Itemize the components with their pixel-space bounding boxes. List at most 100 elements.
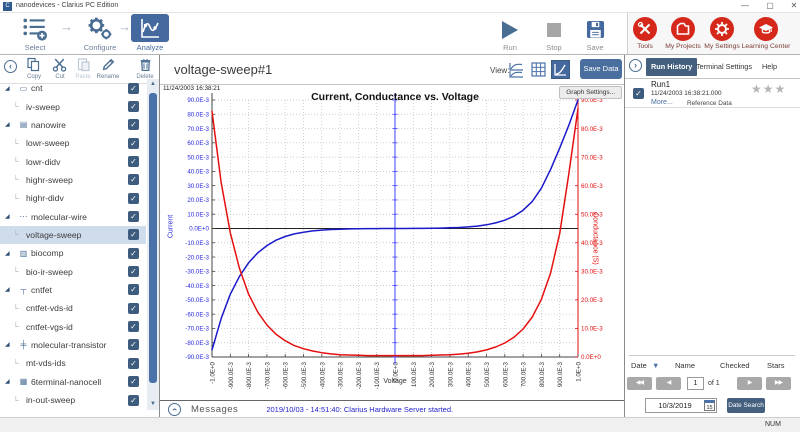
svg-text:40.0E-3: 40.0E-3	[187, 169, 209, 176]
tree-item-checkbox[interactable]: ✓	[128, 266, 139, 277]
expand-icon[interactable]: ◢	[5, 341, 14, 348]
expand-icon[interactable]: ◢	[5, 213, 14, 220]
tab-help[interactable]: Help	[757, 58, 782, 76]
expand-icon[interactable]: ◢	[5, 121, 14, 128]
my-projects-icon[interactable]	[671, 17, 695, 41]
filter-funnel-icon[interactable]: ▼	[652, 361, 659, 370]
tree-item-checkbox[interactable]: ✓	[128, 303, 139, 314]
tree-item-checkbox[interactable]: ✓	[128, 119, 139, 130]
sidebar-item-nanowire[interactable]: ◢▤nanowire✓	[0, 116, 146, 134]
tree-item-checkbox[interactable]: ✓	[128, 211, 139, 222]
svg-text:70.0E-3: 70.0E-3	[187, 126, 209, 133]
collapse-sidebar-button[interactable]: ‹	[4, 60, 17, 73]
tree-item-label: highr-sweep	[26, 175, 128, 185]
tree-item-checkbox[interactable]: ✓	[128, 229, 139, 240]
scroll-down-icon[interactable]: ▼	[147, 401, 159, 407]
expand-icon[interactable]: ◢	[5, 250, 14, 257]
sidebar-item-cntfet[interactable]: ◢┬cntfet✓	[0, 281, 146, 299]
collapse-messages-icon[interactable]: ›	[168, 403, 181, 416]
status-bar: NUM	[0, 417, 800, 432]
sidebar-item-mt-vds-ids[interactable]: └mt-vds-ids✓	[0, 354, 146, 372]
page-first-button[interactable]: ◀◀	[627, 377, 652, 390]
page-prev-button[interactable]: ◀	[656, 377, 681, 390]
tree-item-checkbox[interactable]: ✓	[128, 376, 139, 387]
date-value[interactable]: 10/3/2019	[646, 401, 704, 410]
tab-terminal-settings[interactable]: Terminal Settings	[691, 58, 757, 76]
tree-item-checkbox[interactable]: ✓	[128, 101, 139, 112]
page-number-input[interactable]: 1	[687, 377, 704, 390]
sidebar-item-lowr-didv[interactable]: └lowr-didv✓	[0, 152, 146, 170]
sidebar-item-highr-didv[interactable]: └highr-didv✓	[0, 189, 146, 207]
select-label[interactable]: Select	[5, 43, 65, 52]
filter-date[interactable]: Date	[631, 361, 647, 370]
tree-item-checkbox[interactable]: ✓	[128, 339, 139, 350]
run-icon[interactable]	[502, 21, 518, 39]
tab-run-history[interactable]: Run History	[646, 58, 697, 76]
date-search-input[interactable]: 10/3/2019 15	[645, 398, 717, 413]
sidebar-item-molecular-wire[interactable]: ◢⋯molecular-wire✓	[0, 207, 146, 225]
minimize-button[interactable]: —	[738, 1, 752, 10]
sidebar-item-lowr-sweep[interactable]: └lowr-sweep✓	[0, 134, 146, 152]
sidebar-item-cntfet-vgs-id[interactable]: └cntfet-vgs-id✓	[0, 317, 146, 335]
sidebar-item-bio-ir-sweep[interactable]: └bio-ir-sweep✓	[0, 262, 146, 280]
tree-item-checkbox[interactable]: ✓	[128, 395, 139, 406]
analyze-label[interactable]: Analyze	[120, 43, 180, 52]
date-search-button[interactable]: Date Search	[727, 398, 765, 413]
biocomp-icon: ▥	[16, 249, 31, 258]
expand-icon[interactable]: ◢	[5, 378, 14, 385]
calendar-icon[interactable]: 15	[704, 400, 715, 411]
messages-bar[interactable]: › Messages 2019/10/03 - 14:51:40: Clariu…	[160, 400, 624, 417]
filter-checked[interactable]: Checked	[720, 361, 750, 370]
svg-text:30.0E-3: 30.0E-3	[187, 183, 209, 190]
run-checkbox[interactable]: ✓	[633, 88, 644, 99]
sidebar-item-cnt[interactable]: ◢▭cnt✓	[0, 79, 146, 97]
run-more-link[interactable]: More...	[651, 99, 673, 106]
scrollbar-thumb[interactable]	[149, 93, 157, 383]
chart-canvas[interactable]: -1.0E+0-900.0E-3-800.0E-3-700.0E-3-600.0…	[160, 85, 625, 400]
page-last-button[interactable]: ▶▶	[766, 377, 791, 390]
sidebar-item-highr-sweep[interactable]: └highr-sweep✓	[0, 171, 146, 189]
tree-item-checkbox[interactable]: ✓	[128, 284, 139, 295]
run-history-entry[interactable]: ✓ Run1 11/24/2003 16:38:21.000 More... R…	[625, 79, 800, 108]
tree-item-checkbox[interactable]: ✓	[128, 358, 139, 369]
learning-center-label[interactable]: Learning Center	[731, 43, 800, 50]
maximize-button[interactable]: ▢	[763, 1, 777, 10]
tree-item-checkbox[interactable]: ✓	[128, 83, 139, 94]
sidebar-item-iv-sweep[interactable]: └iv-sweep✓	[0, 97, 146, 115]
view-multi-graph-icon[interactable]	[508, 61, 525, 78]
sidebar-item-voltage-sweep[interactable]: └voltage-sweep✓	[0, 226, 146, 244]
sidebar-item-biocomp[interactable]: ◢▥biocomp✓	[0, 244, 146, 262]
sidebar-item-6terminal-nanocell[interactable]: ◢▦6terminal-nanocell✓	[0, 373, 146, 391]
select-icon[interactable]	[22, 15, 48, 46]
save-data-button[interactable]: Save Data	[580, 59, 622, 79]
tree-item-checkbox[interactable]: ✓	[128, 193, 139, 204]
molecular-transistor-icon: ╪	[16, 340, 31, 349]
tree-item-checkbox[interactable]: ✓	[128, 321, 139, 332]
sidebar-item-cntfet-vds-id[interactable]: └cntfet-vds-id✓	[0, 299, 146, 317]
filter-name[interactable]: Name	[675, 361, 695, 370]
sidebar-scrollbar[interactable]: ▲ ▼	[147, 79, 159, 410]
run-stars[interactable]: ★★★	[751, 82, 786, 96]
tree-item-checkbox[interactable]: ✓	[128, 138, 139, 149]
analyze-icon[interactable]	[131, 14, 169, 42]
scroll-up-icon[interactable]: ▲	[147, 81, 159, 87]
sidebar-item-molecular-transistor[interactable]: ◢╪molecular-transistor✓	[0, 336, 146, 354]
close-button[interactable]: ✕	[787, 1, 800, 10]
view-table-icon[interactable]	[530, 61, 547, 78]
save-icon[interactable]	[586, 20, 605, 44]
sidebar-item-in-out-sweep[interactable]: └in-out-sweep✓	[0, 391, 146, 409]
tools-icon[interactable]	[633, 17, 657, 41]
page-next-button[interactable]: ▶	[737, 377, 762, 390]
tree-item-checkbox[interactable]: ✓	[128, 156, 139, 167]
tree-item-checkbox[interactable]: ✓	[128, 174, 139, 185]
messages-text: 2019/10/03 - 14:51:40: Clarius Hardware …	[266, 405, 453, 414]
expand-icon[interactable]: ◢	[5, 85, 14, 92]
view-graph-icon[interactable]	[552, 61, 569, 78]
my-settings-icon[interactable]	[710, 17, 734, 41]
collapse-panel-button[interactable]: ›	[629, 59, 642, 72]
stop-icon[interactable]	[547, 23, 561, 37]
filter-stars[interactable]: Stars	[767, 361, 785, 370]
tree-item-checkbox[interactable]: ✓	[128, 248, 139, 259]
expand-icon[interactable]: ◢	[5, 286, 14, 293]
learning-center-icon[interactable]	[754, 17, 778, 41]
